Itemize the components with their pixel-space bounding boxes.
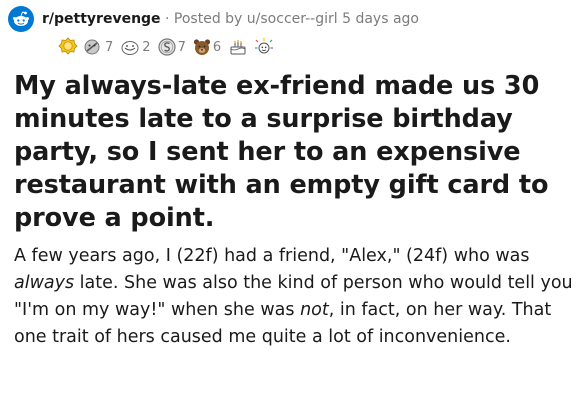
hug-award[interactable]: 7: [82, 37, 115, 57]
post-title[interactable]: My always-late ex-friend made us 30 minu…: [14, 70, 574, 235]
post-body: A few years ago, I (22f) had a friend, "…: [14, 243, 574, 351]
awards-bar[interactable]: 7 2 7 6: [58, 36, 279, 58]
subreddit-link[interactable]: r/pettyrevenge: [42, 11, 161, 27]
silver-coin-award-count: 7: [177, 39, 186, 55]
bear-award-icon: [192, 37, 212, 57]
gold-award[interactable]: [58, 37, 78, 57]
bear-award-count: 6: [212, 39, 222, 55]
gold-award-icon: [58, 37, 78, 57]
wholesome-award-icon: [119, 37, 141, 57]
silver-coin-award[interactable]: 7: [157, 37, 188, 57]
meta-separator: ·: [165, 11, 170, 27]
body-emphasis-not: not: [300, 300, 329, 320]
post-time: 5 days ago: [342, 11, 419, 27]
hug-award-count: 7: [105, 39, 114, 55]
hug-award-icon: [82, 37, 104, 57]
confetti-award-icon: [253, 37, 275, 57]
wholesome-award-count: 2: [142, 39, 151, 55]
cake-award-icon: [227, 37, 249, 57]
confetti-award[interactable]: [253, 37, 275, 57]
post-header: r/pettyrevenge · Posted by u/soccer--gir…: [8, 4, 419, 34]
subreddit-icon[interactable]: [8, 6, 34, 32]
wholesome-award[interactable]: 2: [119, 37, 152, 57]
posted-by-label: Posted by: [173, 11, 243, 27]
post-meta: r/pettyrevenge · Posted by u/soccer--gir…: [42, 11, 419, 27]
body-text-1: A few years ago, I (22f) had a friend, "…: [14, 246, 530, 266]
body-emphasis-always: always: [14, 273, 75, 293]
silver-coin-award-icon: [157, 37, 177, 57]
cake-award[interactable]: [227, 37, 249, 57]
bear-award[interactable]: 6: [192, 37, 223, 57]
author-link[interactable]: u/soccer--girl: [247, 11, 338, 27]
